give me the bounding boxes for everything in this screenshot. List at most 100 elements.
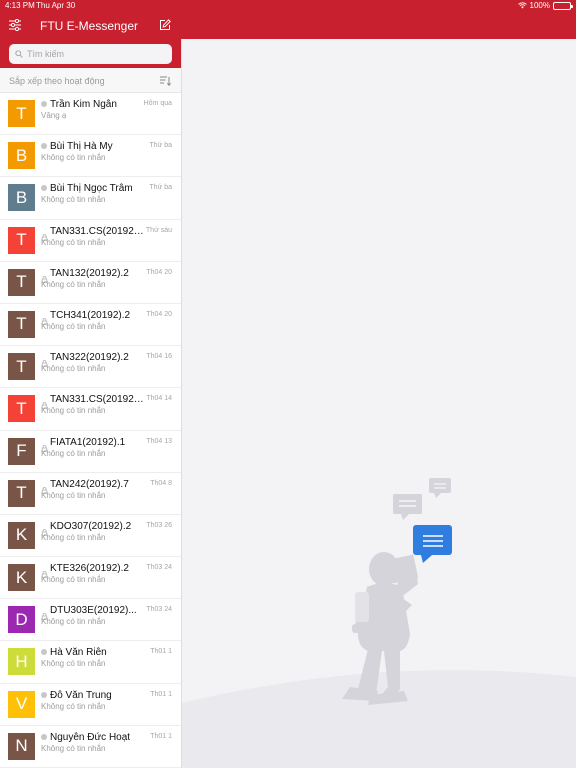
chat-time: Hôm qua <box>143 100 172 107</box>
chat-list-item[interactable]: B Bùi Thị Hà My Thứ ba Không có tin nhắn <box>0 135 181 178</box>
status-right: 100% <box>517 1 573 10</box>
lock-icon <box>41 228 48 241</box>
chat-bubble-icon-blue <box>413 525 452 563</box>
lock-icon <box>41 354 48 368</box>
chat-time: Th04 20 <box>146 310 172 318</box>
lock-icon <box>41 439 48 452</box>
chat-time: Th01 1 <box>150 690 172 698</box>
chat-last-message: Không có tin nhắn <box>41 237 106 247</box>
chat-name: Nguyễn Đức Hoạt <box>50 731 131 743</box>
chat-name: DTU303E(20192)... <box>50 605 137 617</box>
chat-list-item[interactable]: N Nguyễn Đức Hoạt Th01 1 Không có tin nhắn <box>0 726 181 768</box>
chat-time: Thứ sáu <box>145 226 172 234</box>
chat-list-item[interactable]: T TAN331.CS(20192)... Thứ sáu Không có tin … <box>0 220 181 262</box>
chat-time: Th01 1 <box>150 732 172 740</box>
sort-icon[interactable] <box>160 76 171 86</box>
search-input[interactable] <box>27 49 167 59</box>
chat-list-item[interactable]: K KTE326(20192).2 Th03 24 Không có tin nhắn <box>0 557 181 600</box>
chat-time: Th04 13 <box>146 437 172 445</box>
status-time: 4:13 PM <box>5 1 35 10</box>
status-dot-icon <box>41 185 48 192</box>
chat-time: Th04 14 <box>146 395 172 403</box>
avatar: T <box>8 310 35 338</box>
sliders-icon[interactable] <box>9 19 21 31</box>
chat-name: FIATA1(20192).1 <box>50 436 126 448</box>
avatar: V <box>8 690 35 718</box>
avatar: T <box>8 479 35 507</box>
avatar: T <box>8 353 35 381</box>
chat-last-message: Không có tin nhắn <box>41 153 106 163</box>
chat-last-message: Không có tin nhắn <box>41 532 106 542</box>
chat-list-item[interactable]: T TCH341(20192).2 Th04 20 Không có tin nhắn <box>0 304 181 347</box>
chat-list-item[interactable]: T TAN242(20192).7 Th04 8 Không có tin nhắn <box>0 473 181 515</box>
avatar: F <box>8 437 35 465</box>
lock-icon <box>41 396 48 410</box>
chat-name: KTE326(20192).2 <box>50 563 129 575</box>
app-title: FTU E-Messenger <box>40 19 139 33</box>
avatar: T <box>8 268 35 296</box>
status-dot-icon <box>41 691 48 699</box>
status-dot-icon <box>41 101 48 108</box>
chat-name: TAN322(20192).2 <box>50 352 129 364</box>
lock-icon <box>41 481 48 494</box>
compose-icon[interactable] <box>159 19 171 31</box>
chat-list-item[interactable]: T TAN322(20192).2 Th04 16 Không có tin nhắn <box>0 346 181 389</box>
chat-name: Hà Văn Riễn <box>50 647 107 659</box>
chat-list-item[interactable]: T TAN331.CS(20192).1 Th04 14 Không có tin n… <box>0 388 181 431</box>
chat-name: TCH341(20192).2 <box>50 309 131 321</box>
avatar: T <box>8 395 35 423</box>
avatar: B <box>8 142 35 170</box>
chat-time: Th03 26 <box>146 521 172 529</box>
avatar: K <box>8 564 35 592</box>
search-icon <box>15 50 23 58</box>
status-dot-icon <box>41 733 48 741</box>
avatar: T <box>8 100 35 127</box>
chat-list: T Trần Kim Ngân Hôm qua Vâng ạ B Bùi Thị Hà M… <box>0 93 181 768</box>
avatar: B <box>8 184 35 212</box>
chat-list-item[interactable]: T TAN132(20192).2 Th04 20 Không có tin nhắn <box>0 262 181 304</box>
status-date: Thu Apr 30 <box>36 1 76 10</box>
chat-name: TAN132(20192).2 <box>50 267 129 279</box>
chat-name: Bùi Thị Hà My <box>50 141 113 153</box>
chat-list-item[interactable]: T Trần Kim Ngân Hôm qua Vâng ạ <box>0 93 181 136</box>
chat-time: Th03 24 <box>146 606 172 614</box>
search-box[interactable] <box>9 44 172 64</box>
lock-icon <box>41 270 48 283</box>
chat-time: Th01 1 <box>150 648 172 656</box>
chat-name: TAN242(20192).7 <box>50 478 129 490</box>
chat-last-message: Không có tin nhắn <box>41 364 106 374</box>
chat-list-item[interactable]: V Đỗ Văn Trung Th01 1 Không có tin nhắn <box>0 684 181 726</box>
status-bar: 4:13 PM Thu Apr 30 100% <box>0 0 576 12</box>
chat-time: Th03 24 <box>146 564 172 572</box>
lock-icon <box>41 312 48 325</box>
empty-conversation-pane <box>182 39 576 768</box>
chat-list-item[interactable]: F FIATA1(20192).1 Th04 13 Không có tin nhắn <box>0 431 181 473</box>
chat-list-item[interactable]: K KDO307(20192).2 Th03 26 Không có tin nhắn <box>0 515 181 558</box>
chat-list-item[interactable]: H Hà Văn Riễn Th01 1 Không có tin nhắn <box>0 641 181 684</box>
battery-icon <box>553 1 573 10</box>
chat-name: TAN331.CS(20192).1 <box>50 394 144 406</box>
sort-bar: Sắp xếp theo hoạt động <box>0 68 181 93</box>
chat-last-message: Không có tin nhắn <box>41 743 106 753</box>
astronaut-pack <box>355 592 369 622</box>
chat-time: Th04 20 <box>146 268 172 276</box>
lock-icon <box>41 607 48 621</box>
chat-list-item[interactable]: B Bùi Thị Ngọc Trâm Thứ ba Không có tin nhắ… <box>0 177 181 220</box>
avatar: D <box>8 606 35 634</box>
chat-time: Th04 16 <box>146 353 172 361</box>
chat-time: Th04 8 <box>150 479 172 487</box>
chat-last-message: Không có tin nhắn <box>41 448 106 458</box>
chat-name: KDO307(20192).2 <box>50 520 132 532</box>
chat-bubble-icon-small-left <box>393 494 422 520</box>
wifi-icon <box>517 2 527 9</box>
chat-time: Thứ ba <box>149 184 172 192</box>
chat-list-item[interactable]: D DTU303E(20192)... Th03 24 Không có tin nh… <box>0 599 181 642</box>
status-dot-icon <box>41 649 48 656</box>
chat-last-message: Không có tin nhắn <box>41 701 106 711</box>
chat-last-message: Vâng ạ <box>41 111 67 120</box>
chat-name: TAN331.CS(20192)... <box>50 225 144 237</box>
empty-state-illustration <box>182 478 576 768</box>
chat-name: Đỗ Văn Trung <box>50 689 112 701</box>
chat-last-message: Không có tin nhắn <box>41 617 106 627</box>
lock-icon <box>41 523 48 536</box>
